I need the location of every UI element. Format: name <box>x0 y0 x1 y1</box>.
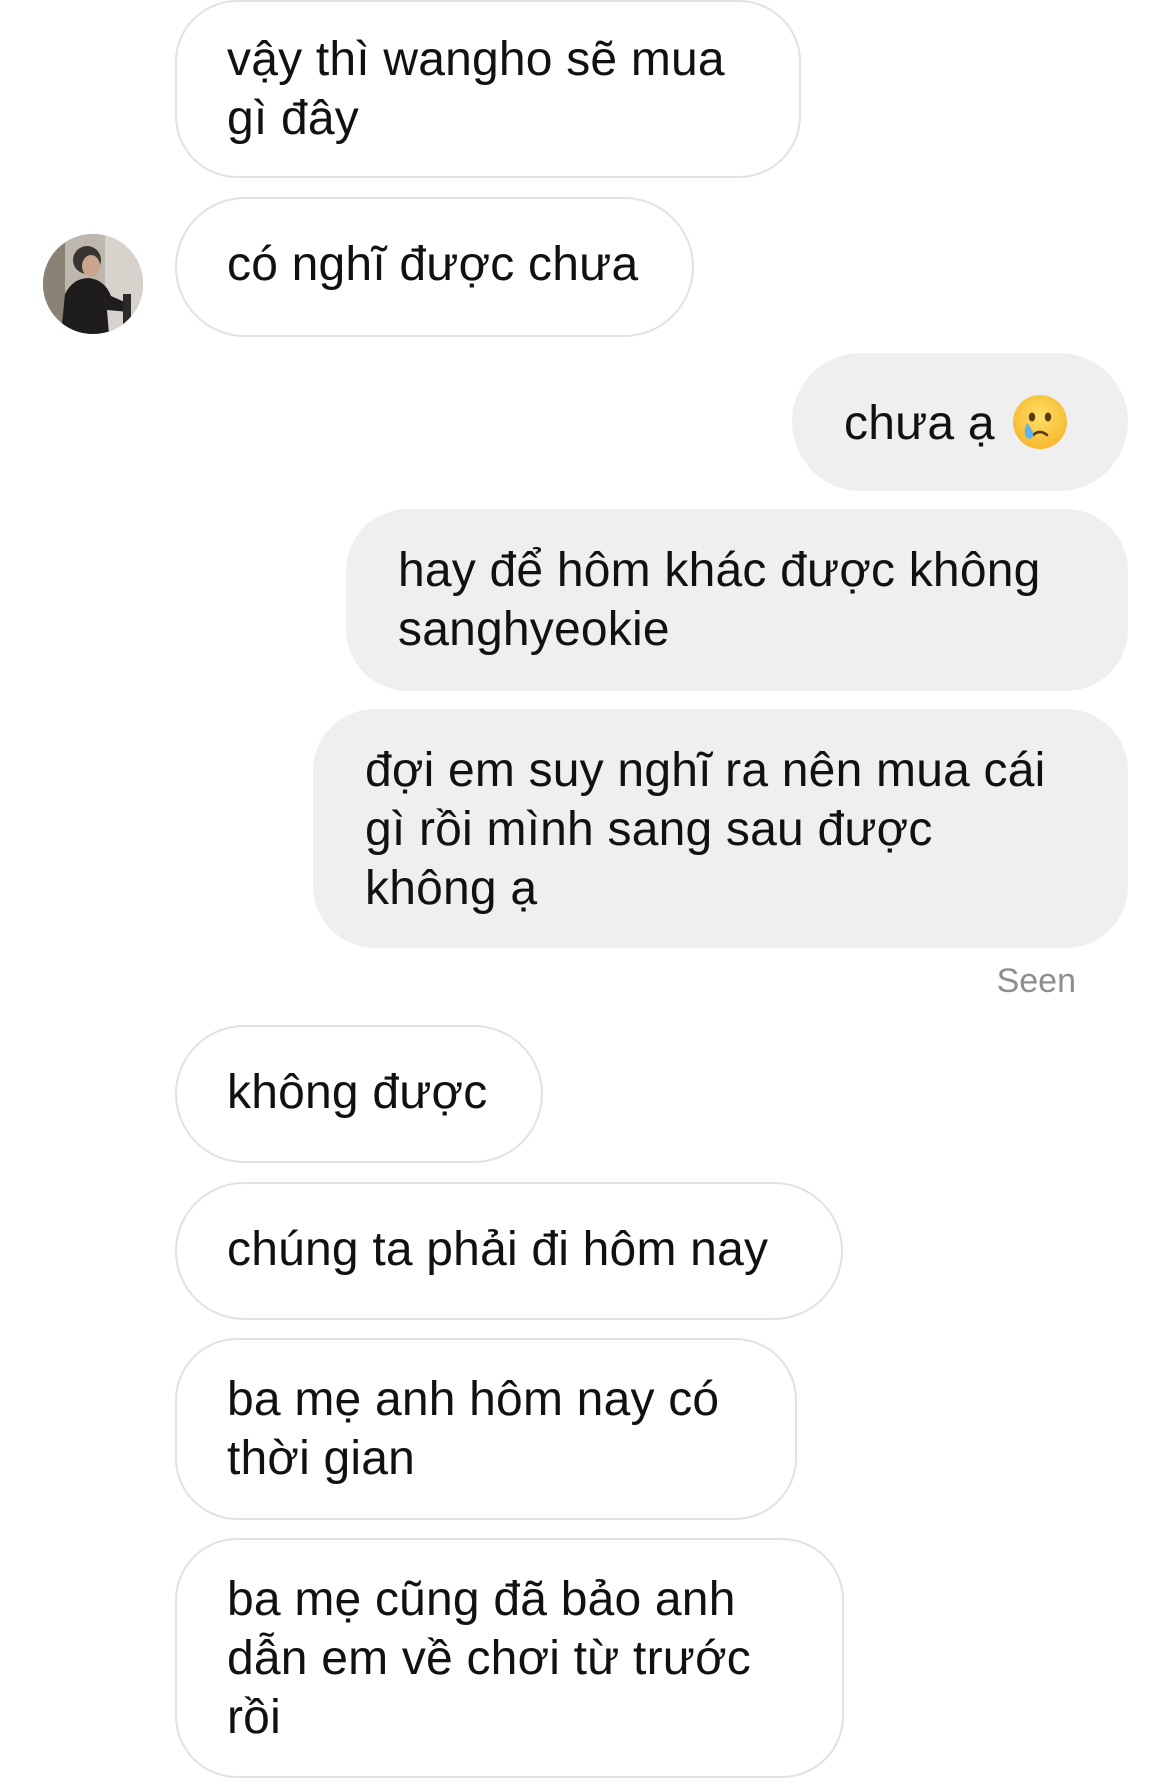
outgoing-message-bubble[interactable]: hay để hôm khác được không sanghyeokie <box>346 509 1128 691</box>
message-text-line: không được <box>227 1066 488 1119</box>
outgoing-message-bubble[interactable]: đợi em suy nghĩ ra nên mua cái gì rồi mì… <box>313 709 1128 948</box>
message-text-line: rồi <box>227 1691 281 1744</box>
message-text-line: dẫn em về chơi từ trước <box>227 1632 751 1685</box>
seen-status-label: Seen <box>996 962 1076 1000</box>
message-text-line: vậy thì wangho sẽ mua <box>227 33 725 86</box>
incoming-message-bubble[interactable]: ba mẹ anh hôm nay có thời gian <box>175 1338 797 1520</box>
message-text-line: gì đây <box>227 92 359 145</box>
incoming-message-bubble[interactable]: có nghĩ được chưa <box>175 197 694 337</box>
message-text-line: sanghyeokie <box>398 603 670 656</box>
message-text-line: thời gian <box>227 1432 416 1485</box>
incoming-message-bubble[interactable]: chúng ta phải đi hôm nay <box>175 1182 843 1320</box>
contact-avatar[interactable] <box>43 234 143 334</box>
avatar-icon <box>43 234 143 334</box>
incoming-message-bubble[interactable]: ba mẹ cũng đã bảo anh dẫn em về chơi từ … <box>175 1538 844 1778</box>
message-text-line: chúng ta phải đi hôm nay <box>227 1223 769 1276</box>
message-text-line: ba mẹ anh hôm nay có <box>227 1373 720 1426</box>
message-text-line: hay để hôm khác được không <box>398 544 1041 597</box>
message-text-line: ba mẹ cũng đã bảo anh <box>227 1573 736 1626</box>
crying-face-emoji-icon <box>1011 393 1069 451</box>
message-text-line: không ạ <box>365 862 538 915</box>
message-text-line: có nghĩ được chưa <box>227 238 639 291</box>
incoming-message-bubble[interactable]: không được <box>175 1025 543 1163</box>
message-text-line: gì rồi mình sang sau được <box>365 803 933 856</box>
outgoing-message-bubble[interactable]: chưa ạ <box>792 353 1128 491</box>
message-text-line: chưa ạ <box>844 397 995 450</box>
incoming-message-bubble[interactable]: vậy thì wangho sẽ mua gì đây <box>175 0 801 178</box>
message-text-line: đợi em suy nghĩ ra nên mua cái <box>365 744 1046 797</box>
